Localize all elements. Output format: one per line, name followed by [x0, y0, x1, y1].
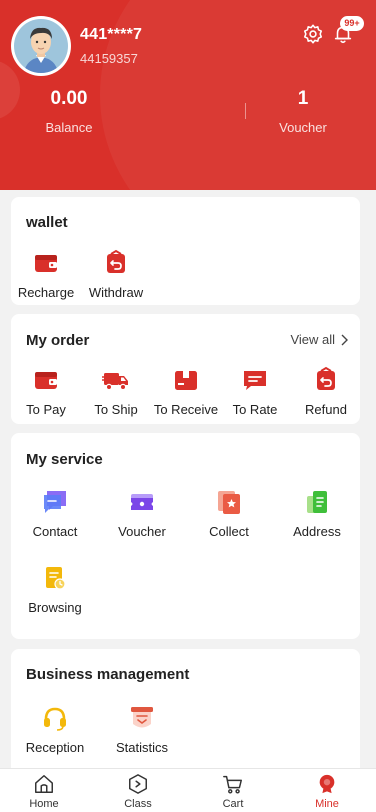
avatar[interactable]	[11, 16, 71, 76]
mine-icon	[319, 774, 335, 794]
to-pay-label: To Pay	[26, 402, 66, 417]
service-title: My service	[26, 451, 103, 468]
bottom-nav: Home Class Cart Mine	[0, 768, 376, 812]
wallet-card: wallet Recharge Withdraw	[11, 197, 360, 305]
to-receive-label: To Receive	[153, 402, 219, 417]
comment-icon	[244, 371, 266, 390]
stats-icon	[131, 707, 153, 728]
star-folder-icon	[218, 491, 240, 514]
to-ship-button[interactable]: To Ship	[78, 366, 154, 417]
browsing-button[interactable]: Browsing	[17, 564, 93, 615]
address-icon	[307, 491, 327, 513]
voucher-label: Voucher	[279, 120, 327, 135]
gear-icon[interactable]	[302, 23, 324, 45]
nav-mine[interactable]: Mine	[297, 773, 357, 810]
notification-badge: 99+	[340, 16, 364, 31]
truck-icon	[102, 373, 128, 391]
address-label: Address	[293, 524, 341, 539]
address-button[interactable]: Address	[279, 488, 355, 539]
chevron-right-icon	[341, 334, 348, 345]
profile-header: 441****7 44159357 99+ 0.00 Balance 1 Vou…	[0, 0, 376, 190]
recharge-button[interactable]: Recharge	[8, 249, 84, 300]
balance-label: Balance	[45, 120, 93, 135]
headset-icon	[44, 707, 66, 731]
withdraw-label: Withdraw	[88, 285, 144, 300]
to-receive-button[interactable]: To Receive	[148, 366, 224, 417]
ticket-icon	[131, 494, 153, 510]
nav-cart-label: Cart	[222, 798, 244, 810]
business-title: Business management	[26, 666, 190, 683]
history-icon	[46, 567, 66, 590]
username: 441****7	[80, 26, 143, 43]
service-card: My service Contact Voucher Collect Addre…	[11, 433, 360, 639]
view-all-label: View all	[290, 332, 335, 347]
wallet-icon	[35, 255, 57, 272]
collect-button[interactable]: Collect	[191, 488, 267, 539]
voucher-stat[interactable]: 1 Voucher	[243, 88, 363, 135]
nav-home[interactable]: Home	[14, 773, 74, 810]
recharge-label: Recharge	[17, 285, 75, 300]
reception-button[interactable]: Reception	[17, 704, 93, 755]
refund-icon	[317, 366, 335, 390]
nav-cart[interactable]: Cart	[203, 773, 263, 810]
package-icon	[175, 371, 197, 390]
order-title: My order	[26, 332, 90, 349]
nav-home-label: Home	[29, 798, 59, 810]
balance-stat[interactable]: 0.00 Balance	[9, 88, 129, 135]
withdraw-button[interactable]: Withdraw	[78, 249, 154, 300]
nav-mine-label: Mine	[315, 798, 339, 810]
browsing-label: Browsing	[28, 600, 82, 615]
to-ship-label: To Ship	[94, 402, 138, 417]
nav-class[interactable]: Class	[108, 773, 168, 810]
business-card: Business management Reception Statistics	[11, 649, 360, 779]
to-pay-button[interactable]: To Pay	[8, 366, 84, 417]
nav-class-label: Class	[124, 798, 152, 810]
withdraw-icon	[107, 249, 125, 273]
wallet-title: wallet	[26, 214, 68, 231]
reception-label: Reception	[25, 740, 85, 755]
refund-label: Refund	[305, 402, 347, 417]
contact-button[interactable]: Contact	[17, 488, 93, 539]
to-rate-button[interactable]: To Rate	[217, 366, 293, 417]
statistics-label: Statistics	[115, 740, 168, 755]
view-all-link[interactable]: View all	[290, 332, 348, 347]
voucher-service-label: Voucher	[118, 524, 166, 539]
to-rate-label: To Rate	[232, 402, 278, 417]
contact-label: Contact	[32, 524, 78, 539]
wallet-icon	[35, 372, 57, 389]
user-id: 44159357	[80, 51, 138, 66]
refund-button[interactable]: Refund	[288, 366, 364, 417]
chat-icon	[44, 491, 66, 513]
class-icon	[129, 774, 147, 794]
order-card: My order View all To Pay To Ship To Rece…	[11, 314, 360, 424]
cart-icon	[223, 775, 242, 794]
collect-label: Collect	[209, 524, 249, 539]
voucher-value: 1	[297, 88, 309, 109]
voucher-button[interactable]: Voucher	[104, 488, 180, 539]
statistics-button[interactable]: Statistics	[104, 704, 180, 755]
balance-value: 0.00	[50, 88, 88, 109]
home-icon	[35, 775, 53, 793]
